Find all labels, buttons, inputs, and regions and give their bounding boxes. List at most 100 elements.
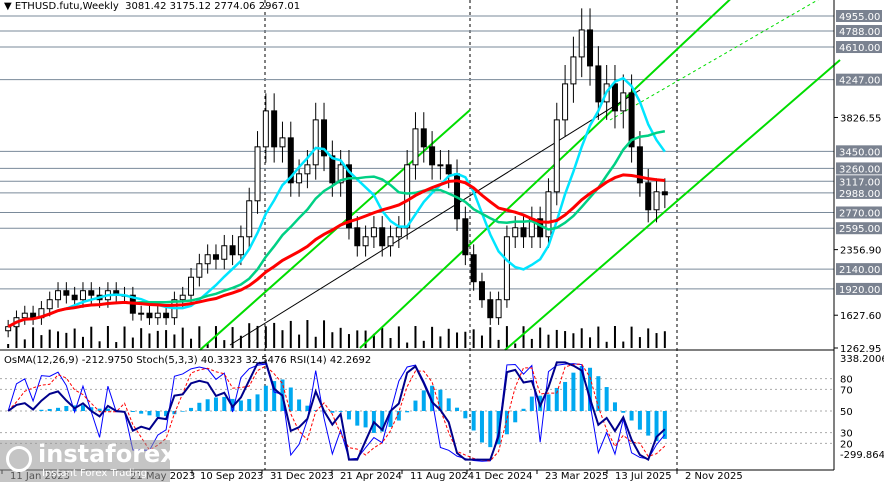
volume-bar xyxy=(248,323,251,348)
volume-bar xyxy=(638,337,641,348)
candle-body xyxy=(329,155,336,184)
level-label: 1920.00 xyxy=(839,285,880,296)
channel-lower xyxy=(504,59,841,351)
level-label: 4247.00 xyxy=(839,76,880,87)
time-tick-label: 11 Aug 2024 xyxy=(410,471,474,482)
chart-canvas[interactable]: 4955.00 4788.00 4610.00 4247.00 3450.00 3260.… xyxy=(0,0,884,482)
osc-tick-label: 70 xyxy=(840,385,853,396)
candle-body xyxy=(587,29,594,67)
volume-bar xyxy=(289,320,292,348)
volume-bar xyxy=(314,336,317,348)
candle-body xyxy=(304,164,311,175)
volume-bar xyxy=(106,326,109,348)
instaforex-logo-icon xyxy=(6,446,32,472)
volume-bar xyxy=(256,325,259,348)
osc-tick-label: 30 xyxy=(840,429,853,440)
osma-bar xyxy=(513,411,518,423)
osma-bar xyxy=(346,411,351,420)
level-label: 4788.00 xyxy=(839,27,880,38)
volume-bar xyxy=(389,338,392,348)
volume-bar xyxy=(613,326,616,348)
osma-bar xyxy=(405,411,410,413)
candle-body xyxy=(487,299,494,319)
volume-bar xyxy=(198,326,201,348)
channel-middle xyxy=(229,89,641,346)
volume-bar xyxy=(32,327,35,348)
candle-body xyxy=(55,290,62,301)
candle-body xyxy=(462,218,469,256)
osma-bar xyxy=(621,411,626,413)
osma-bar xyxy=(446,398,451,411)
time-tick-label: 1 Dec 2024 xyxy=(475,471,533,482)
level-label: 3450.00 xyxy=(839,147,880,158)
candle-body xyxy=(387,236,394,247)
candle-body xyxy=(196,263,203,278)
volume-bar xyxy=(306,320,309,348)
candle-body xyxy=(188,276,195,296)
candle-body xyxy=(478,281,485,301)
volume-bar xyxy=(472,329,475,348)
osma-bar xyxy=(521,408,526,411)
volume-bar xyxy=(347,334,350,348)
candle-body xyxy=(645,182,652,211)
osma-bar xyxy=(213,397,218,411)
volume-bar xyxy=(173,334,176,348)
volume-bar xyxy=(264,326,267,348)
volume-bar xyxy=(298,334,301,348)
volume-bar xyxy=(464,331,467,348)
volume-bar xyxy=(572,333,575,348)
candle-body xyxy=(296,173,303,184)
volume-bar xyxy=(489,327,492,348)
candle-body xyxy=(179,294,186,301)
osc-tick-label: 20 xyxy=(840,439,853,450)
volume-bar xyxy=(431,326,434,348)
candle-body xyxy=(138,312,145,315)
level-label: 3117.00 xyxy=(839,177,880,188)
candle-body xyxy=(271,110,278,148)
volume-bar xyxy=(281,330,284,348)
volume-bar xyxy=(131,337,134,348)
price-tick-label: 2356.90 xyxy=(840,246,881,257)
volume-bar xyxy=(555,329,558,348)
watermark-brand: instaforex xyxy=(38,440,176,468)
volume-bar xyxy=(148,333,151,348)
candle-body xyxy=(46,299,53,310)
osma-bar xyxy=(47,408,52,411)
osma-bar xyxy=(529,396,534,411)
osma-bar xyxy=(363,411,368,428)
volume-bar xyxy=(480,335,483,348)
volume-bar xyxy=(331,332,334,348)
candle-body xyxy=(445,164,452,175)
level-label: 3260.00 xyxy=(839,164,880,175)
osma-bar xyxy=(288,387,293,411)
candle-body xyxy=(354,227,361,247)
volume-bar xyxy=(414,326,417,348)
candle-body xyxy=(88,290,95,296)
candle-body xyxy=(570,56,577,85)
osma-bar xyxy=(355,411,360,426)
candle-body xyxy=(470,254,477,283)
osc-tick-label: 80 xyxy=(840,375,853,386)
osma-bar xyxy=(463,411,468,419)
osma-bar xyxy=(546,394,551,411)
chart-window[interactable]: 4955.00 4788.00 4610.00 4247.00 3450.00 3260.… xyxy=(0,0,884,482)
level-label: 4610.00 xyxy=(839,43,880,54)
osma-bar xyxy=(97,408,102,411)
candle-body xyxy=(246,200,253,238)
volume-bar xyxy=(123,326,126,348)
volume-bar xyxy=(514,343,517,348)
volume-bar xyxy=(190,338,193,348)
candle-body xyxy=(379,227,386,247)
osma-bar xyxy=(64,406,69,411)
osma-bar xyxy=(479,411,484,443)
volume-bar xyxy=(539,327,542,348)
level-label: 2770.00 xyxy=(839,208,880,219)
volume-bar xyxy=(406,342,409,348)
osma-bar xyxy=(56,407,61,411)
time-tick-label: 31 Dec 2023 xyxy=(270,471,334,482)
symbol-label: ETHUSD.futu,Weekly xyxy=(14,1,119,12)
volume-bar xyxy=(547,334,550,348)
osma-bar xyxy=(504,411,509,435)
time-tick-label: 10 Sep 2023 xyxy=(200,471,263,482)
volume-bar xyxy=(439,336,442,348)
